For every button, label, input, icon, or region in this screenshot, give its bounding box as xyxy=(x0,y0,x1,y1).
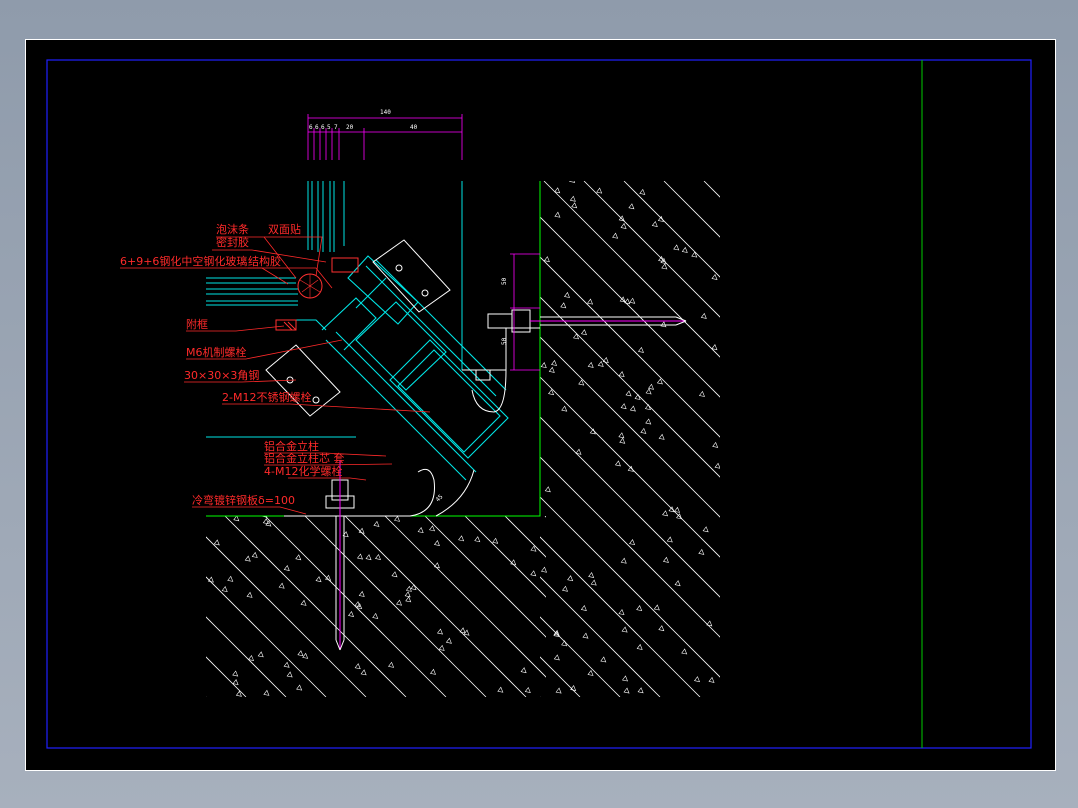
label-alu-mullion: 铝合金立柱 xyxy=(264,439,319,453)
annotations: 泡沫条 双面贴 密封胶 6+9+6钢化中空钢化玻璃 结构胶 附框 M6机制螺栓 … xyxy=(120,222,345,507)
label-sealant: 密封胶 xyxy=(216,235,249,249)
concrete-wall-bottom xyxy=(206,516,546,697)
cad-viewport[interactable]: 140 6 6 6 5 7 20 40 50 50 45 泡沫条 双面贴 密封胶… xyxy=(25,39,1056,771)
dim-seg1: 6 xyxy=(309,124,313,131)
dim-angle: 45 xyxy=(434,493,444,503)
dimension-texts: 140 6 6 6 5 7 20 40 50 50 45 xyxy=(309,109,508,503)
label-steel-plate: 冷弯镀锌钢板δ=100 xyxy=(192,493,295,507)
label-chem-bolt: 4-M12化学螺栓 xyxy=(264,464,342,478)
dim-seg4: 5 xyxy=(327,124,331,131)
dim-bracket-a: 50 xyxy=(501,277,508,285)
dim-seg7: 40 xyxy=(410,124,418,131)
label-structural-glue: 结构胶 xyxy=(248,254,281,268)
wall-face-line xyxy=(206,181,541,517)
label-aux-frame: 附框 xyxy=(186,317,208,331)
cad-drawing: 140 6 6 6 5 7 20 40 50 50 45 泡沫条 双面贴 密封胶… xyxy=(46,59,1032,749)
label-glass: 6+9+6钢化中空钢化玻璃 xyxy=(120,254,247,268)
dim-seg5: 7 xyxy=(334,124,338,131)
label-alu-mullion-core: 铝合金立柱芯 套 xyxy=(264,451,345,465)
label-foam-strip: 泡沫条 xyxy=(216,222,249,236)
dim-bracket-b: 50 xyxy=(501,337,508,345)
dim-total: 140 xyxy=(380,109,391,116)
label-double-tape: 双面贴 xyxy=(268,222,301,236)
label-angle-steel: 30×30×3角钢 xyxy=(184,369,259,382)
label-ss-bolt: 2-M12不锈钢螺栓 xyxy=(222,390,311,404)
dimension-top xyxy=(307,114,540,371)
dim-seg3: 6 xyxy=(321,124,325,131)
sheet-border xyxy=(46,59,1032,749)
label-bolt-m6: M6机制螺栓 xyxy=(186,345,247,359)
right-anchor xyxy=(462,309,687,413)
dim-seg2: 6 xyxy=(315,124,319,131)
dim-seg6: 20 xyxy=(346,124,354,131)
